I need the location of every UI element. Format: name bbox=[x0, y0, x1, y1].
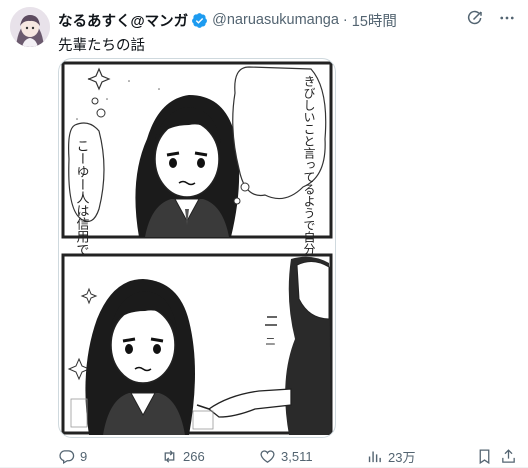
separator-dot: · bbox=[342, 12, 348, 28]
tweet-media-image[interactable]: こーゆー人は信用できる きびしいこと言ってるようで自分の良さも見てくれてる ニ bbox=[58, 58, 336, 438]
reply-button[interactable]: 9 bbox=[58, 448, 87, 465]
reply-icon bbox=[59, 449, 75, 464]
author-avatar[interactable] bbox=[10, 7, 50, 47]
author-name[interactable]: なるあすく@マンガ bbox=[58, 10, 188, 31]
repost-count: 266 bbox=[183, 448, 205, 464]
header-actions bbox=[466, 9, 516, 27]
author-handle[interactable]: @naruasukumanga bbox=[212, 12, 339, 28]
tweet-actions: 9 266 3,511 23万 bbox=[58, 446, 518, 466]
tweet-header: なるあすく@マンガ @naruasukumanga · 15時間 bbox=[58, 9, 518, 31]
repost-icon bbox=[164, 449, 175, 463]
share-button[interactable] bbox=[500, 448, 517, 465]
grok-icon[interactable] bbox=[466, 9, 484, 27]
views-count: 23万 bbox=[388, 449, 416, 465]
share-icon bbox=[502, 448, 515, 463]
heart-icon bbox=[260, 449, 275, 463]
post-timestamp[interactable]: 15時間 bbox=[352, 10, 397, 31]
like-button[interactable]: 3,511 bbox=[259, 448, 313, 465]
analytics-icon bbox=[368, 451, 381, 462]
reply-count: 9 bbox=[80, 448, 88, 464]
comic-sfx-text: ニ bbox=[265, 335, 276, 348]
more-options-icon[interactable] bbox=[498, 9, 516, 27]
tweet-text: 先輩たちの話 bbox=[58, 38, 145, 54]
bookmark-button[interactable] bbox=[476, 448, 493, 465]
repost-button[interactable]: 266 bbox=[161, 448, 205, 465]
verified-badge-icon bbox=[191, 12, 208, 29]
tweet[interactable]: なるあすく@マンガ @naruasukumanga · 15時間 先輩たちの話 bbox=[0, 0, 528, 468]
views-button[interactable]: 23万 bbox=[366, 447, 415, 466]
like-count: 3,511 bbox=[281, 448, 313, 464]
bookmark-icon bbox=[479, 448, 490, 464]
comic-image: こーゆー人は信用できる きびしいこと言ってるようで自分の良さも見てくれてる ニ bbox=[61, 61, 333, 435]
